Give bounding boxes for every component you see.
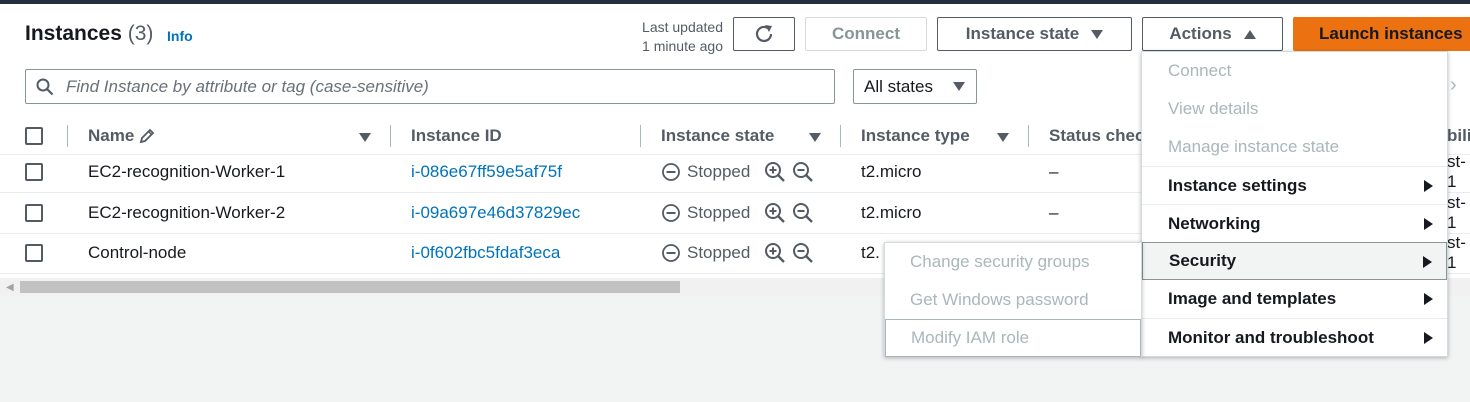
column-status-check[interactable]: Status chec [1049,117,1144,155]
actions-button[interactable]: Actions [1142,17,1283,51]
search-icon [36,78,54,96]
submenu-item-change-security-groups[interactable]: Change security groups [885,243,1141,281]
row-checkbox[interactable] [25,244,43,262]
state-label: Stopped [687,203,751,222]
submenu-arrow-icon [1424,180,1433,192]
submenu-arrow-icon [1423,256,1432,268]
select-all-checkbox[interactable] [25,127,43,145]
submenu-arrow-icon [1424,332,1433,344]
instance-name: Control-node [88,243,187,262]
menu-item-security[interactable]: Security [1142,242,1447,280]
instance-name: EC2-recognition-Worker-2 [88,203,286,222]
menu-item-label: Monitor and troubleshoot [1168,327,1374,347]
menu-item-manage-instance-state[interactable]: Manage instance state [1142,128,1447,166]
sort-caret-icon[interactable] [809,133,821,142]
menu-item-connect[interactable]: Connect [1142,52,1447,90]
submenu-arrow-icon [1424,218,1433,230]
availability-zone: st-1 [1447,193,1466,232]
last-updated: Last updated 1 minute ago [620,18,723,56]
state-filter-select[interactable]: All states [853,69,977,104]
security-submenu: Change security groups Get Windows passw… [884,242,1142,357]
instance-state-cell: Stopped [661,233,814,273]
submenu-item-modify-iam-role[interactable]: Modify IAM role [885,319,1141,357]
stopped-icon [662,204,680,222]
last-updated-value: 1 minute ago [642,38,723,54]
zoom-in-icon[interactable] [764,161,786,183]
state-label: Stopped [687,243,751,262]
availability-zone: st-1 [1447,152,1466,191]
instance-type: t2.micro [861,162,922,181]
instance-state-cell: Stopped [661,193,814,233]
scrollbar-thumb[interactable] [20,281,680,293]
column-instance-state[interactable]: Instance state [661,117,774,155]
status-check: – [1049,162,1059,181]
column-separator [67,125,68,147]
column-instance-id[interactable]: Instance ID [411,117,502,155]
scroll-left-icon[interactable]: ◀ [6,282,14,293]
last-updated-label: Last updated [642,19,723,35]
menu-item-label: Security [1169,251,1237,270]
launch-instances-button[interactable]: Launch instances [1293,17,1470,51]
zoom-in-icon[interactable] [764,242,786,264]
instance-name: EC2-recognition-Worker-1 [88,162,286,181]
search-box [25,69,835,104]
instance-count: (3) [127,22,154,45]
zoom-out-icon[interactable] [792,161,814,183]
search-input[interactable] [66,74,826,99]
connect-button[interactable]: Connect [805,17,927,51]
zoom-in-icon[interactable] [764,202,786,224]
caret-down-icon [952,82,965,91]
info-link[interactable]: Info [167,28,193,44]
instance-id-link[interactable]: i-0f602fbc5fdaf3eca [411,233,560,273]
row-checkbox[interactable] [25,163,43,181]
instance-id-link[interactable]: i-09a697e46d37829ec [411,193,580,233]
instance-type: t2. [861,243,880,262]
caret-down-icon [1091,29,1104,39]
column-separator [640,125,641,147]
status-check: – [1049,203,1059,222]
menu-item-monitor-and-troubleshoot[interactable]: Monitor and troubleshoot [1142,318,1447,356]
column-name[interactable]: Name [88,117,156,155]
menu-item-view-details[interactable]: View details [1142,90,1447,128]
title-text: Instances [25,22,122,45]
availability-zone: st-1 [1447,233,1466,272]
instance-state-label: Instance state [965,24,1080,43]
submenu-arrow-icon [1424,293,1433,305]
column-separator [840,125,841,147]
menu-item-networking[interactable]: Networking [1142,204,1447,242]
stopped-icon [662,244,680,262]
pencil-icon [140,128,155,144]
caret-up-icon [1243,29,1256,39]
refresh-icon [755,25,773,43]
stopped-icon [662,163,680,181]
state-label: Stopped [687,162,751,181]
zoom-out-icon[interactable] [792,202,814,224]
menu-item-image-and-templates[interactable]: Image and templates [1142,280,1447,318]
actions-label: Actions [1169,24,1232,43]
column-separator [390,125,391,147]
chevron-right-icon[interactable]: › [1450,74,1457,97]
instance-type: t2.micro [861,203,922,222]
column-availability[interactable]: bili [1447,117,1470,155]
column-name-label: Name [88,126,135,145]
menu-item-label: Image and templates [1168,289,1337,308]
sort-caret-icon[interactable] [997,133,1009,142]
menu-item-label: Networking [1168,213,1261,233]
instance-state-button[interactable]: Instance state [937,17,1132,51]
actions-dropdown-menu: Connect View details Manage instance sta… [1141,51,1448,357]
zoom-out-icon[interactable] [792,242,814,264]
menu-item-label: Instance settings [1168,175,1307,195]
state-filter-value: All states [864,76,933,96]
row-checkbox[interactable] [25,204,43,222]
column-instance-type[interactable]: Instance type [861,117,970,155]
menu-item-instance-settings[interactable]: Instance settings [1142,166,1447,204]
instance-id-link[interactable]: i-086e67ff59e5af75f [411,152,562,192]
page-title: Instances (3) [25,22,153,46]
column-separator [1028,125,1029,147]
sort-caret-icon[interactable] [359,133,371,142]
refresh-button[interactable] [733,17,795,51]
instance-state-cell: Stopped [661,152,814,192]
submenu-item-get-windows-password[interactable]: Get Windows password [885,281,1141,319]
